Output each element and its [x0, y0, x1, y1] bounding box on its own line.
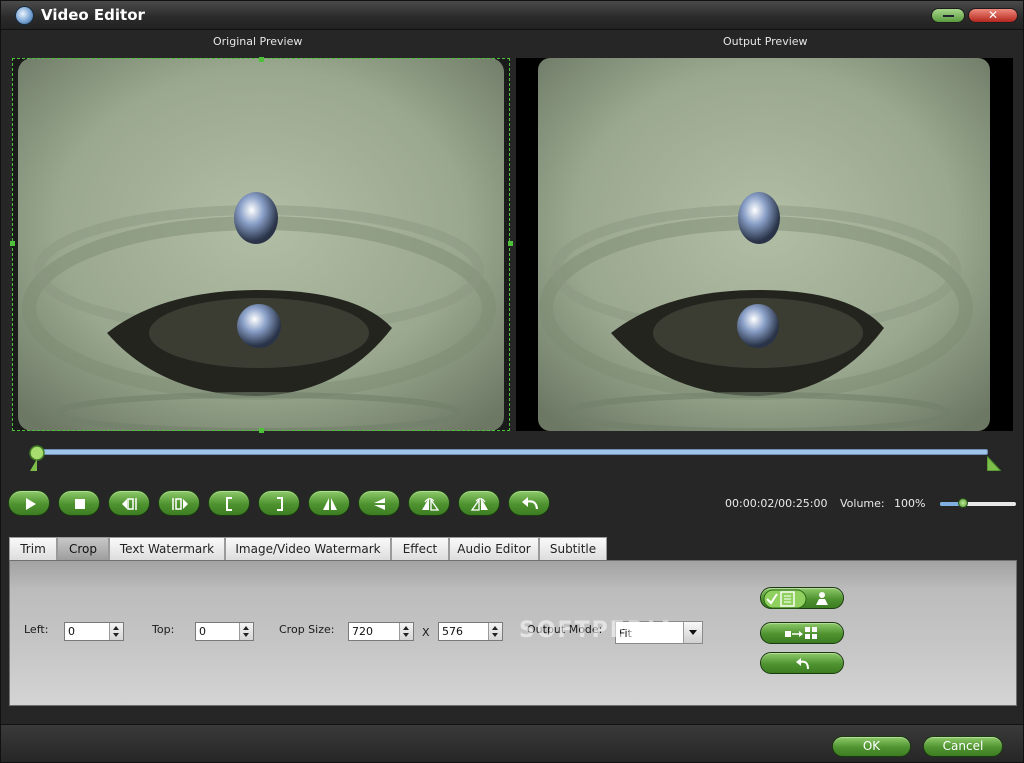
- top-label: Top:: [152, 623, 175, 636]
- previous-frame-icon: [122, 498, 137, 510]
- apply-to-all-icon: [763, 589, 828, 609]
- flip-vertical-button[interactable]: [358, 490, 400, 516]
- timeline-start-marker[interactable]: [28, 445, 46, 471]
- left-stepper[interactable]: [109, 623, 123, 640]
- size-separator: X: [422, 626, 430, 639]
- crop-width-value: 720: [352, 625, 373, 638]
- undo-button[interactable]: [508, 490, 550, 516]
- crop-height-input[interactable]: 576: [438, 622, 503, 641]
- next-frame-icon: [172, 498, 188, 510]
- volume-slider[interactable]: [940, 498, 1016, 508]
- output-mode-value: Fit: [619, 627, 632, 640]
- crop-handle-bottom[interactable]: [259, 428, 264, 433]
- output-mode-label: Output Mode:: [527, 623, 603, 636]
- bracket-left-icon: [226, 497, 232, 511]
- tab-audio-editor[interactable]: Audio Editor: [449, 537, 539, 561]
- window-title: Video Editor: [41, 6, 145, 24]
- crop-size-label: Crop Size:: [279, 623, 335, 636]
- apply-to-all-button[interactable]: [760, 587, 844, 609]
- title-bar[interactable]: Video Editor ✕: [1, 1, 1023, 30]
- reset-crop-button[interactable]: [760, 652, 844, 674]
- close-icon: ✕: [987, 8, 999, 22]
- bracket-right-icon: [277, 497, 283, 511]
- original-preview[interactable]: [12, 58, 510, 431]
- timeline-track[interactable]: [37, 449, 988, 455]
- output-preview: [516, 58, 1013, 431]
- play-icon: [26, 498, 36, 510]
- volume-value: 100%: [894, 497, 926, 510]
- crop-handle-top[interactable]: [259, 57, 264, 62]
- top-input[interactable]: 0: [195, 622, 254, 641]
- timeline-end-marker[interactable]: [987, 456, 1001, 471]
- center-crop-button[interactable]: [760, 622, 844, 644]
- next-frame-button[interactable]: [158, 490, 200, 516]
- crop-height-value: 576: [442, 625, 463, 638]
- stop-icon: [75, 499, 85, 509]
- crop-width-input[interactable]: 720: [348, 622, 414, 641]
- ok-button[interactable]: OK: [832, 736, 911, 757]
- undo-icon: [796, 658, 809, 670]
- play-button[interactable]: [8, 490, 50, 516]
- stop-button[interactable]: [58, 490, 100, 516]
- output-mode-select[interactable]: Fit: [615, 621, 703, 644]
- flip-horizontal-icon: [323, 498, 337, 510]
- video-converter-icon: [15, 6, 34, 25]
- volume-label: Volume:: [840, 497, 885, 510]
- tab-effect[interactable]: Effect: [391, 537, 449, 561]
- set-end-button[interactable]: [258, 490, 300, 516]
- output-preview-label: Output Preview: [723, 35, 808, 48]
- left-value: 0: [68, 625, 75, 638]
- cancel-button[interactable]: Cancel: [923, 736, 1003, 757]
- rotate-right-button[interactable]: [458, 490, 500, 516]
- flip-vertical-icon: [374, 498, 385, 510]
- tab-text-watermark[interactable]: Text Watermark: [109, 537, 225, 561]
- top-stepper[interactable]: [239, 623, 253, 640]
- move-to-grid-icon: [785, 627, 817, 639]
- rotate-right-icon: [470, 497, 488, 511]
- tab-trim[interactable]: Trim: [9, 537, 57, 561]
- rotate-left-icon: [422, 497, 440, 511]
- tab-subtitle[interactable]: Subtitle: [539, 537, 607, 561]
- set-start-button[interactable]: [208, 490, 250, 516]
- volume-thumb[interactable]: [957, 498, 968, 508]
- crop-width-stepper[interactable]: [399, 623, 413, 640]
- original-preview-label: Original Preview: [213, 35, 303, 48]
- crop-handle-left[interactable]: [10, 241, 15, 246]
- time-display: 00:00:02/00:25:00: [725, 497, 828, 510]
- crop-handle-right[interactable]: [508, 241, 513, 246]
- minimize-button[interactable]: [931, 8, 965, 23]
- rotate-left-button[interactable]: [408, 490, 450, 516]
- flip-horizontal-button[interactable]: [308, 490, 350, 516]
- chevron-down-icon[interactable]: [683, 622, 702, 643]
- tab-crop[interactable]: Crop: [57, 537, 109, 561]
- undo-icon: [522, 497, 539, 510]
- close-button[interactable]: ✕: [968, 8, 1018, 23]
- crop-height-stepper[interactable]: [488, 623, 502, 640]
- tab-image-video-watermark[interactable]: Image/Video Watermark: [225, 537, 391, 561]
- top-value: 0: [199, 625, 206, 638]
- previous-frame-button[interactable]: [108, 490, 150, 516]
- left-label: Left:: [24, 623, 49, 636]
- video-editor-window: Video Editor ✕ Original Preview Output P…: [0, 0, 1024, 763]
- left-input[interactable]: 0: [64, 622, 124, 641]
